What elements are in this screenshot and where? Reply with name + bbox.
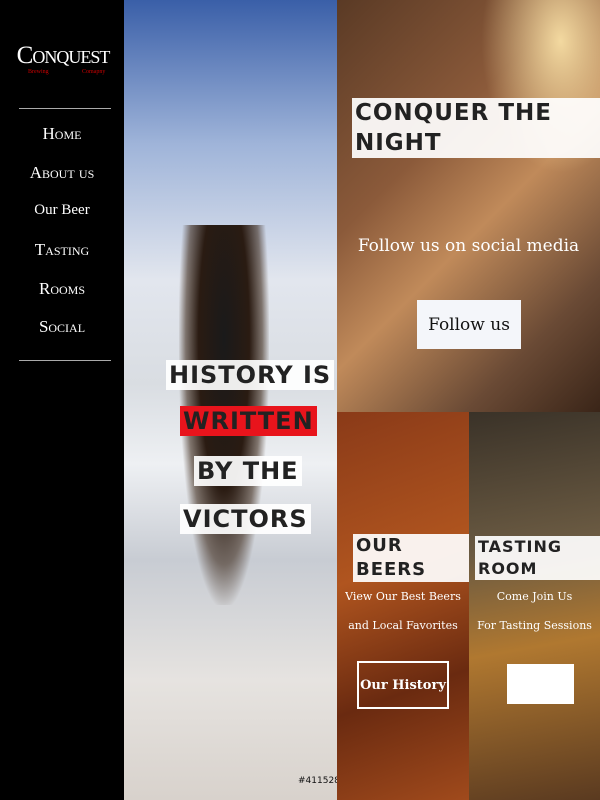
logo-text: Conquest (16, 42, 111, 69)
divider (19, 360, 111, 361)
nav-our-beer[interactable]: Our Beer (0, 202, 124, 219)
logo-subtext-left: Brewing (28, 69, 49, 75)
beers-line-2: and Local Favorites (348, 619, 458, 632)
nav-home[interactable]: Home (0, 124, 124, 144)
tasting-line-2: For Tasting Sessions (477, 619, 592, 632)
hero-line-4: VICTORS (180, 504, 311, 534)
nav-about-us[interactable]: About us (0, 163, 124, 183)
beers-title: OUR BEERS (353, 534, 469, 582)
hero-line-1: HISTORY IS (166, 360, 335, 390)
nav-social[interactable]: Social (0, 317, 124, 337)
hero-line-3: BY THE (194, 456, 302, 486)
sidebar: Conquest Brewing Comapny Home About us O… (0, 0, 124, 800)
beers-line-1: View Our Best Beers (345, 590, 461, 603)
logo-subtext-right: Comapny (82, 69, 106, 75)
social-panel: CONQUER THE NIGHT Follow us on social me… (337, 0, 600, 412)
social-title: CONQUER THE NIGHT (352, 98, 600, 158)
hero-panel: HISTORY IS WRITTEN BY THE VICTORS #41152… (124, 0, 337, 800)
tasting-line-1: Come Join Us (496, 590, 573, 603)
nav-rooms[interactable]: Rooms (0, 279, 124, 299)
tasting-title: TASTING ROOM (475, 536, 600, 580)
social-subtitle: Follow us on social media (357, 236, 580, 256)
logo[interactable]: Conquest Brewing Comapny (4, 42, 122, 90)
divider (19, 108, 111, 109)
tasting-button[interactable] (507, 664, 574, 704)
stock-id: #41152832 (298, 776, 337, 786)
nav-tasting[interactable]: Tasting (0, 240, 124, 260)
hero-line-2: WRITTEN (180, 406, 317, 436)
our-history-button[interactable]: Our History (357, 661, 449, 709)
tasting-room-panel: TASTING ROOM Come Join Us For Tasting Se… (469, 412, 600, 800)
our-beers-panel: OUR BEERS View Our Best Beers and Local … (337, 412, 469, 800)
follow-us-button[interactable]: Follow us (417, 300, 521, 349)
